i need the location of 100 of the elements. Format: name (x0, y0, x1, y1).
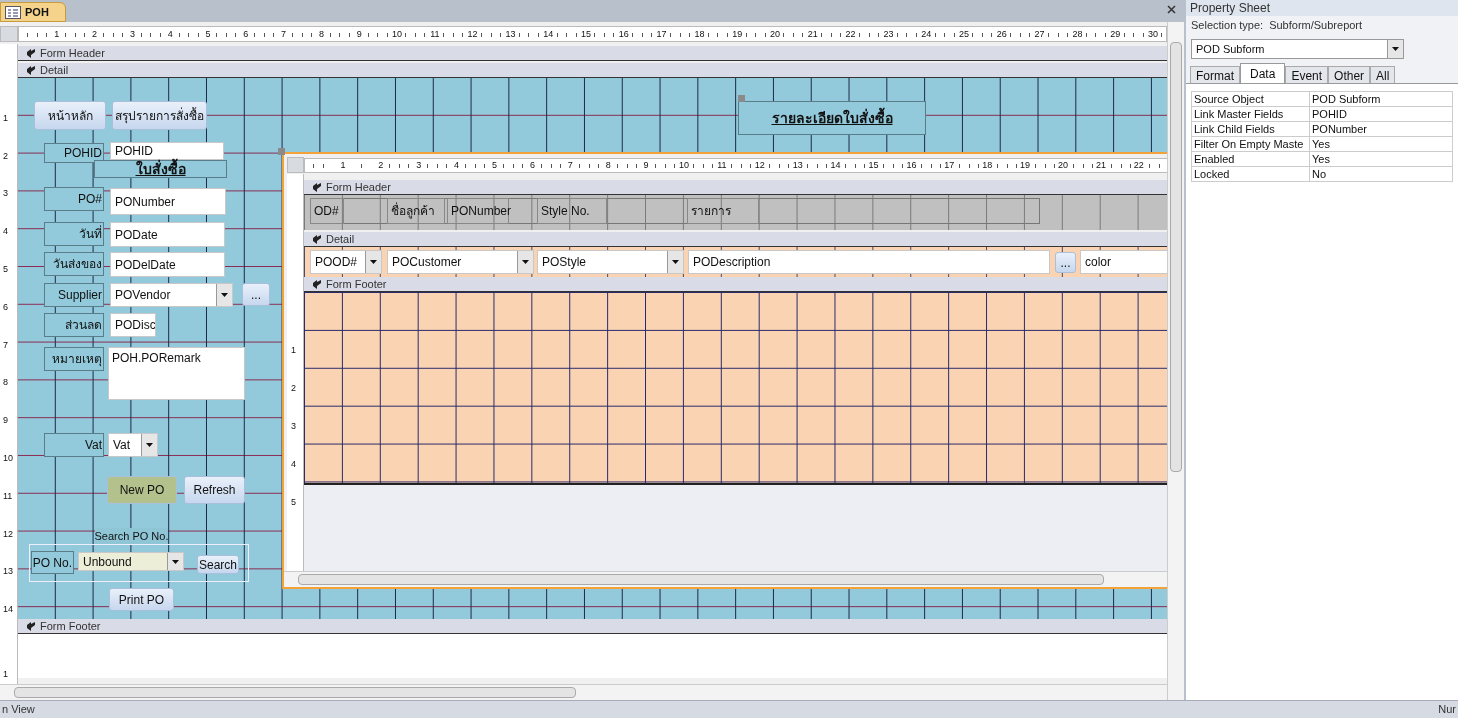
property-value[interactable]: POHID (1310, 107, 1453, 122)
ruler-number: 3 (128, 28, 136, 40)
ruler-number: 17 (655, 28, 668, 40)
ruler-number: 1 (3, 112, 8, 123)
field-label: Supplier (44, 283, 104, 307)
column-label: Style No. (537, 198, 607, 224)
form-button[interactable]: New PO (107, 476, 177, 504)
form-title: ใบสั่งซื้อ (94, 160, 227, 178)
ruler-number: 18 (693, 28, 706, 40)
ruler-number: 22 (1132, 159, 1145, 171)
ruler-number: 14 (542, 28, 555, 40)
property-value[interactable]: Yes (1310, 137, 1453, 152)
caret-icon (146, 443, 153, 447)
section-arrow-icon (312, 182, 322, 192)
text-box[interactable]: color (1080, 250, 1167, 274)
section-title: Form Footer (40, 620, 101, 632)
document-tab[interactable]: POH (0, 2, 66, 22)
ruler-number: 17 (943, 159, 956, 171)
field-label: วันที่ (44, 222, 104, 246)
text-box[interactable]: PODelDate (110, 252, 225, 277)
field-label: Search PO No. (95, 528, 168, 544)
column-label: PONumber (447, 198, 509, 224)
property-name: Link Master Fields (1192, 107, 1310, 122)
form-button[interactable]: Print PO (109, 588, 174, 611)
property-name: Link Child Fields (1192, 122, 1310, 137)
ruler-number: 14 (829, 159, 842, 171)
property-value[interactable]: PONumber (1310, 122, 1453, 137)
form-button[interactable]: ... (242, 283, 270, 306)
property-tab[interactable]: Other (1328, 66, 1371, 83)
ruler-number: 21 (1094, 159, 1107, 171)
form-button[interactable]: ... (1055, 252, 1076, 273)
property-value[interactable]: No (1310, 167, 1453, 182)
ruler-number: 25 (958, 28, 970, 40)
section-arrow-icon (26, 621, 36, 631)
form-button[interactable]: สรุปรายการสั่งซื้อ (112, 101, 207, 130)
ruler-number: 9 (355, 28, 363, 40)
text-box[interactable]: PODate (110, 222, 225, 247)
ruler-number: 29 (1109, 28, 1122, 40)
ruler-number: 21 (806, 28, 819, 40)
combo-box[interactable]: POVendor (110, 283, 233, 307)
ruler-number: 1 (53, 28, 61, 40)
ruler-number: 23 (882, 28, 895, 40)
ruler-number: 8 (604, 159, 612, 171)
ruler-number: 6 (3, 301, 8, 312)
ruler-number: 2 (91, 28, 99, 40)
selection-handle[interactable] (738, 95, 745, 102)
ruler-number: 10 (391, 28, 403, 40)
ruler-number: 18 (981, 159, 994, 171)
form-button[interactable]: หน้าหลัก (34, 101, 106, 130)
column-label: ชื่อลูกค้า (387, 198, 445, 224)
combo-box[interactable]: POCustomer (387, 250, 534, 274)
field-label: ส่วนลด (44, 313, 104, 337)
ruler-number: 10 (678, 159, 690, 171)
property-tab[interactable]: Format (1190, 66, 1240, 83)
property-name: Filter On Empty Maste (1192, 137, 1310, 152)
ruler-number: 16 (617, 28, 630, 40)
ruler-number: 27 (1033, 28, 1046, 40)
ruler-number: 1 (291, 345, 296, 355)
ruler-number: 4 (291, 459, 296, 469)
close-icon[interactable] (1167, 5, 1176, 14)
text-box[interactable]: PONumber (110, 188, 226, 215)
text-box[interactable]: POHID (110, 142, 224, 160)
ruler-number: 1 (339, 159, 347, 171)
ruler-corner (287, 157, 304, 173)
subform-control[interactable]: 1 2 3 4 5 6 7 8 9 10 11 12 13 14 15 16 17 18 19 20 21 22 1 2 3 4 5 Form Header OD# ชื่อลูกค้า PONumber Style No. รายการ Detail POOD# POCustomer POStyle PODescription ... color Form Footer (282, 152, 1167, 589)
property-tab[interactable]: Event (1285, 66, 1329, 83)
combo-box[interactable]: Vat (108, 433, 158, 457)
property-tab[interactable]: Data (1240, 63, 1286, 83)
caret-icon (370, 260, 377, 264)
ruler-number: 3 (415, 159, 423, 171)
ruler-number: 28 (1071, 28, 1084, 40)
combo-box[interactable]: Unbound (78, 552, 184, 571)
ruler-number: 20 (1057, 159, 1069, 171)
text-area[interactable]: POH.PORemark (108, 347, 245, 400)
property-name: Locked (1192, 167, 1310, 182)
selection-handle[interactable] (278, 148, 285, 155)
property-value[interactable]: POD Subform (1310, 92, 1453, 107)
property-value[interactable]: Yes (1310, 152, 1453, 167)
combo-box[interactable]: POStyle (537, 250, 684, 274)
section-title: Detail (40, 64, 69, 76)
text-box[interactable]: PODisc (110, 313, 156, 337)
property-tab[interactable]: All (1370, 66, 1396, 83)
form-button[interactable]: Refresh (184, 476, 245, 504)
ruler-number: 4 (166, 28, 174, 40)
form-button[interactable]: Search (197, 555, 239, 574)
ruler-number: 12 (466, 28, 479, 40)
ruler-number: 2 (3, 150, 8, 161)
section-title: Detail (326, 233, 355, 245)
property-name: Source Object (1192, 92, 1310, 107)
ruler-number: 7 (3, 339, 8, 350)
text-box[interactable]: PODescription (688, 250, 1050, 274)
ruler-number: 20 (769, 28, 781, 40)
ruler-number: 2 (377, 159, 385, 171)
status-text: Nur (1438, 702, 1456, 718)
ruler-number: 16 (905, 159, 918, 171)
ruler-number: 6 (528, 159, 536, 171)
combo-box[interactable]: POOD# (310, 250, 382, 274)
field-label: PO No. (31, 551, 74, 574)
ruler-number: 24 (920, 28, 933, 40)
object-combo-box[interactable]: POD Subform (1191, 39, 1404, 59)
